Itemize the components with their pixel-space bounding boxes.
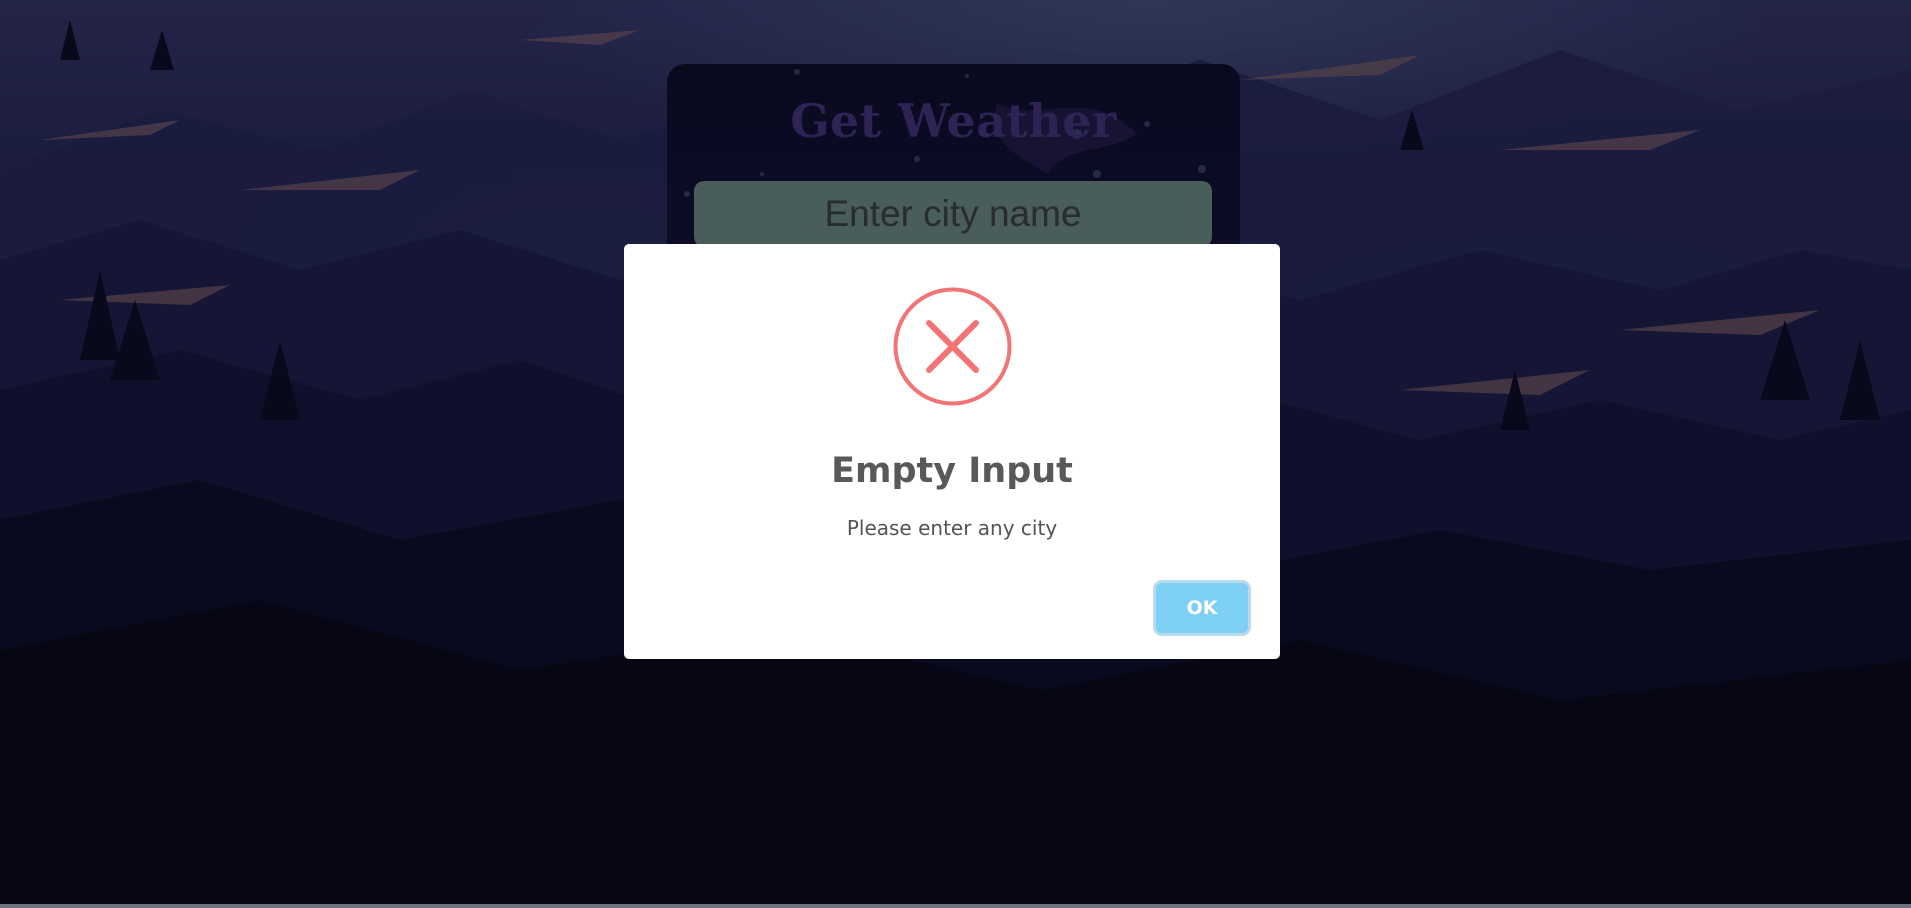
ok-button[interactable]: OK: [1156, 583, 1248, 633]
error-x-icon: [893, 287, 1012, 406]
window-bottom-edge: [0, 904, 1911, 908]
alert-title: Empty Input: [831, 451, 1073, 491]
alert-dialog: Empty Input Please enter any city OK: [624, 244, 1280, 659]
alert-message: Please enter any city: [846, 516, 1058, 540]
app-window: Get Weather Empty Input Please enter any…: [0, 0, 1911, 908]
